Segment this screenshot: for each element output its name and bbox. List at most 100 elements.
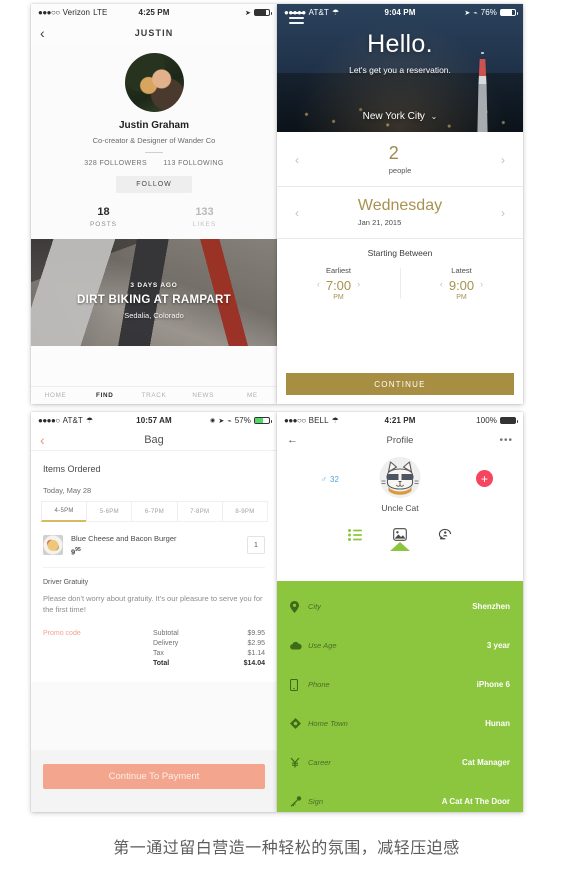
tax-value: $1.14 — [247, 649, 265, 657]
signal-dots: ●●●●○ — [38, 416, 60, 425]
list-icon[interactable] — [348, 527, 363, 542]
plus-icon[interactable]: + — [476, 470, 493, 487]
home-icon — [290, 718, 303, 729]
battery-icon — [500, 417, 518, 424]
latest-time: 9:00 — [448, 278, 475, 293]
time-slot-6-7pm[interactable]: 6-7PM — [131, 501, 178, 522]
time-slot-5-6pm[interactable]: 5-6PM — [86, 501, 133, 522]
battery-icon — [254, 9, 272, 16]
tab-news[interactable]: NEWS — [179, 392, 228, 399]
location-pin-icon — [290, 600, 303, 613]
info-value-phone: iPhone 6 — [476, 680, 510, 689]
user-name: Uncle Cat — [381, 503, 419, 513]
divider — [145, 152, 163, 153]
key-icon — [290, 796, 303, 807]
nav-bar: ‹ JUSTIN — [31, 21, 277, 45]
battery-icon — [500, 9, 518, 16]
phone-screen-booking: ●●●●● AT&T ☂ 9:04 PM ➤ ⌁ 76% Hello. Let'… — [277, 4, 523, 404]
gratuity-text: Please don't worry about gratuity. It's … — [43, 593, 263, 615]
bluetooth-icon: ⌁ — [473, 9, 478, 17]
order-item: Blue Cheese and Bacon Burger 995 1 — [31, 525, 277, 567]
tab-find[interactable]: FIND — [80, 392, 129, 399]
stat-likes: 133 LIKES — [154, 206, 255, 228]
profile-header: ♂ 32 + Uncle Cat — [277, 451, 523, 523]
avatar[interactable] — [379, 457, 421, 498]
total-value: $14.04 — [243, 659, 265, 667]
promo-code-link[interactable]: Promo code — [43, 630, 153, 670]
nav-bar: ← Profile ••• — [277, 429, 523, 451]
following-count[interactable]: 113 FOLLOWING — [163, 160, 223, 167]
info-value-career: Cat Manager — [461, 758, 510, 767]
time-slot-7-8pm[interactable]: 7-8PM — [176, 501, 223, 522]
tab-home[interactable]: HOME — [31, 392, 80, 399]
time-slot-8-9pm[interactable]: 8-9PM — [221, 501, 269, 522]
total-line-subtotal: Subtotal $9.95 — [153, 630, 265, 637]
info-value-home-town: Hunan — [485, 719, 510, 728]
status-bar: ●●●●○ AT&T ☂ 10:57 AM ◉ ➤ ⌁ 57% — [31, 412, 277, 429]
age-value: 32 — [330, 475, 339, 484]
party-prev-button[interactable]: ‹ — [295, 153, 299, 167]
likes-count: 133 — [195, 206, 214, 218]
total-line-delivery: Delivery $2.95 — [153, 640, 265, 647]
latest-prev-button[interactable]: ‹ — [440, 279, 443, 289]
info-label-use-age: Use Age — [308, 641, 337, 650]
carrier-label: Verizon — [62, 8, 91, 17]
wifi-icon: ☂ — [331, 8, 340, 17]
cat-illustration — [379, 457, 421, 498]
chevron-left-icon[interactable]: ‹ — [40, 432, 45, 448]
info-row-city: City Shenzhen — [277, 587, 523, 626]
info-value-sign: A Cat At The Door — [441, 797, 510, 806]
tab-me[interactable]: ME — [228, 392, 277, 399]
page-title: JUSTIN — [134, 28, 174, 38]
city-selector[interactable]: New York City ⌄ — [277, 111, 523, 122]
followers-count[interactable]: 328 FOLLOWERS — [84, 160, 147, 167]
delivery-value: $2.95 — [247, 639, 265, 647]
continue-to-payment-button[interactable]: Continue To Payment — [43, 764, 265, 789]
status-bar: ●●●●● AT&T ☂ 9:04 PM ➤ ⌁ 76% — [277, 4, 523, 21]
signal-dots: ●●●○○ — [38, 8, 60, 17]
arrow-left-icon[interactable]: ← — [287, 434, 298, 446]
date-prev-button[interactable]: ‹ — [295, 206, 299, 220]
info-label-career: Career — [308, 758, 331, 767]
order-date: Today, May 28 — [43, 486, 92, 495]
info-row-home-town: Home Town Hunan — [277, 704, 523, 743]
carrier-label: AT&T — [308, 8, 329, 17]
total-line-tax: Tax $1.14 — [153, 650, 265, 657]
location-arrow-icon: ➤ — [245, 9, 251, 17]
earliest-meridiem: PM — [333, 294, 344, 301]
party-next-button[interactable]: › — [501, 153, 505, 167]
profile-body: Justin Graham Co-creator & Designer of W… — [31, 45, 277, 239]
carrier-label: BELL — [308, 416, 329, 425]
info-value-use-age: 3 year — [486, 641, 510, 650]
profile-tab-bar — [277, 523, 523, 551]
continue-button[interactable]: CONTINUE — [286, 373, 514, 395]
info-row-phone: Phone iPhone 6 — [277, 665, 523, 704]
hero-section: ●●●●● AT&T ☂ 9:04 PM ➤ ⌁ 76% Hello. Let'… — [277, 4, 523, 132]
total-label: Total — [153, 659, 170, 667]
info-row-sign: Sign A Cat At The Door — [277, 782, 523, 812]
tab-track[interactable]: TRACK — [129, 392, 178, 399]
latest-next-button[interactable]: › — [480, 279, 483, 289]
day-name: Wednesday — [357, 197, 443, 214]
chevron-left-icon[interactable]: ‹ — [40, 26, 45, 40]
chat-icon[interactable] — [438, 527, 453, 542]
battery-percent: 76% — [480, 8, 497, 17]
time-slot-4-5pm[interactable]: 4-5PM — [41, 501, 88, 522]
image-icon[interactable] — [393, 527, 408, 542]
time-slot-group: 4-5PM 5-6PM 6-7PM 7-8PM 8-9PM — [31, 501, 277, 522]
age-badge: ♂ 32 — [321, 475, 339, 484]
activity-card[interactable]: 3 DAYS AGO DIRT BIKING AT RAMPART Sedali… — [31, 239, 277, 346]
bottom-tab-bar: HOME FIND TRACK NEWS ME — [31, 386, 277, 404]
quantity-stepper[interactable]: 1 — [247, 536, 265, 555]
follow-button[interactable]: FOLLOW — [116, 176, 192, 193]
phone-screen-bag: ●●●●○ AT&T ☂ 10:57 AM ◉ ➤ ⌁ 57% ‹ Bag It… — [31, 412, 277, 812]
more-horizontal-icon[interactable]: ••• — [499, 435, 513, 446]
gratuity-heading: Driver Gratuity — [43, 578, 89, 586]
info-label-phone: Phone — [308, 680, 330, 689]
total-line-total: Total $14.04 — [153, 660, 265, 667]
earliest-prev-button[interactable]: ‹ — [317, 279, 320, 289]
date-next-button[interactable]: › — [501, 206, 505, 220]
user-role: Co-creator & Designer of Wander Co — [92, 136, 216, 145]
cat-face-icon — [379, 457, 421, 498]
earliest-next-button[interactable]: › — [357, 279, 360, 289]
